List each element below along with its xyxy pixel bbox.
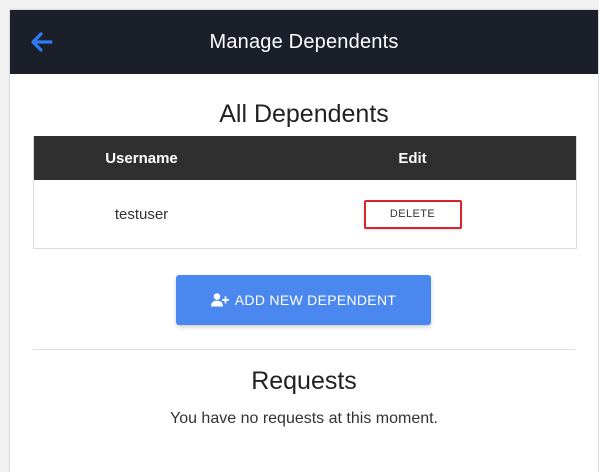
top-bar: Manage Dependents bbox=[10, 10, 598, 74]
user-plus-icon bbox=[210, 293, 229, 307]
column-header-username: Username bbox=[105, 149, 178, 167]
row-actions: DELETE bbox=[249, 199, 576, 229]
delete-button[interactable]: DELETE bbox=[363, 199, 462, 229]
back-button[interactable] bbox=[28, 28, 56, 56]
add-new-dependent-label: ADD NEW DEPENDENT bbox=[234, 292, 397, 308]
requests-heading: Requests bbox=[251, 367, 357, 395]
requests-empty-message: You have no requests at this moment. bbox=[169, 410, 438, 427]
all-dependents-heading: All Dependents bbox=[219, 100, 389, 128]
table-row: testuser DELETE bbox=[34, 180, 576, 248]
arrow-left-icon bbox=[31, 32, 53, 52]
column-header-edit: Edit bbox=[398, 149, 427, 167]
section-divider bbox=[33, 349, 575, 350]
dependent-username: testuser bbox=[114, 205, 169, 223]
add-new-dependent-button[interactable]: ADD NEW DEPENDENT bbox=[176, 275, 431, 325]
manage-dependents-card: Manage Dependents All Dependents Usernam… bbox=[10, 10, 598, 472]
page-title: Manage Dependents bbox=[209, 30, 399, 53]
dependents-table: Username Edit testuser DELETE bbox=[33, 136, 577, 249]
app-frame: Manage Dependents All Dependents Usernam… bbox=[0, 0, 599, 472]
table-header: Username Edit bbox=[34, 136, 576, 180]
